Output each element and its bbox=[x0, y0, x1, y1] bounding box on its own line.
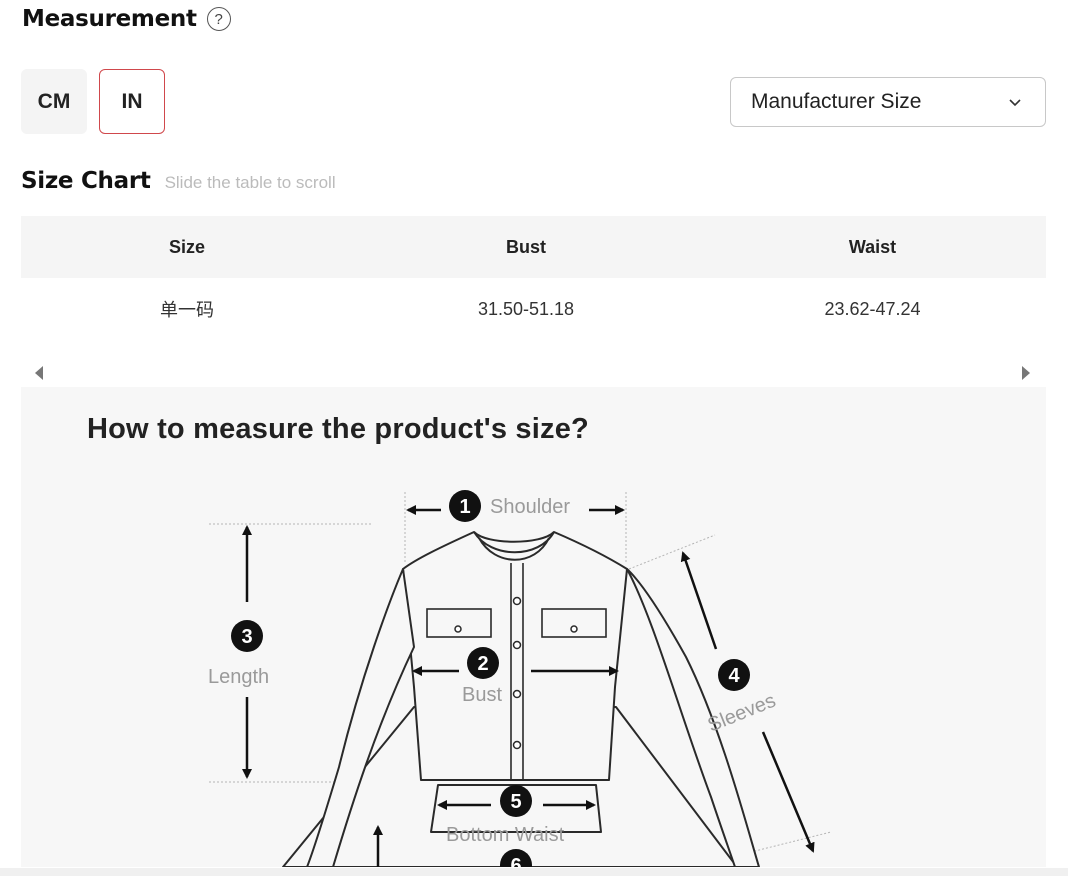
label-shoulder: Shoulder bbox=[490, 496, 570, 518]
garment-diagram: 1 2 3 4 5 6 Shoulder Bust Length Sleeves… bbox=[208, 490, 832, 867]
size-type-value: Manufacturer Size bbox=[751, 90, 922, 113]
unit-in-label: IN bbox=[121, 89, 143, 113]
size-chart-title: Size Chart bbox=[21, 168, 151, 194]
cell-size: 单一码 bbox=[160, 300, 214, 320]
size-chart-header: Size Chart Slide the table to scroll bbox=[21, 168, 336, 194]
column-header-bust: Bust bbox=[353, 216, 699, 278]
size-type-select[interactable]: Manufacturer Size bbox=[730, 77, 1046, 127]
badge-4: 4 bbox=[728, 665, 740, 687]
table-row: 单一码 31.50-51.18 23.62-47.24 bbox=[21, 278, 1046, 340]
question-circle-icon[interactable]: ? bbox=[206, 7, 231, 31]
column-header-waist: Waist bbox=[699, 216, 1046, 278]
badge-6: 6 bbox=[510, 855, 521, 867]
chevron-down-icon bbox=[1009, 99, 1021, 107]
unit-cm-label: CM bbox=[37, 89, 71, 113]
label-bottom-waist: Bottom Waist bbox=[446, 824, 565, 846]
label-sleeves: Sleeves bbox=[705, 690, 779, 737]
label-length: Length bbox=[208, 666, 269, 688]
badge-1: 1 bbox=[459, 496, 470, 518]
badge-5: 5 bbox=[510, 791, 521, 813]
unit-cm-button[interactable]: CM bbox=[21, 69, 87, 134]
scroll-right-icon[interactable] bbox=[1022, 366, 1030, 380]
cell-bust: 31.50-51.18 bbox=[477, 298, 575, 319]
measurement-title: Measurement bbox=[22, 6, 197, 32]
badge-2: 2 bbox=[477, 653, 488, 675]
unit-in-button[interactable]: IN bbox=[99, 69, 165, 134]
measure-guide: How to measure the product's size? 1 2 3… bbox=[21, 387, 1046, 867]
page-bottom-scrollbar[interactable] bbox=[0, 868, 1068, 876]
table-header-row: Size Bust Waist bbox=[21, 216, 1046, 278]
label-bust: Bust bbox=[462, 684, 502, 706]
size-table: Size Bust Waist 单一码 31.50-51.18 23.62-47… bbox=[21, 216, 1046, 340]
size-chart-hint: Slide the table to scroll bbox=[164, 173, 336, 192]
scroll-left-icon[interactable] bbox=[35, 366, 43, 380]
badge-3: 3 bbox=[241, 626, 252, 648]
measurement-header: Measurement ? bbox=[22, 6, 231, 32]
column-header-size: Size bbox=[21, 216, 353, 278]
cell-waist: 23.62-47.24 bbox=[824, 298, 921, 319]
table-scrollbar[interactable] bbox=[21, 360, 1046, 386]
